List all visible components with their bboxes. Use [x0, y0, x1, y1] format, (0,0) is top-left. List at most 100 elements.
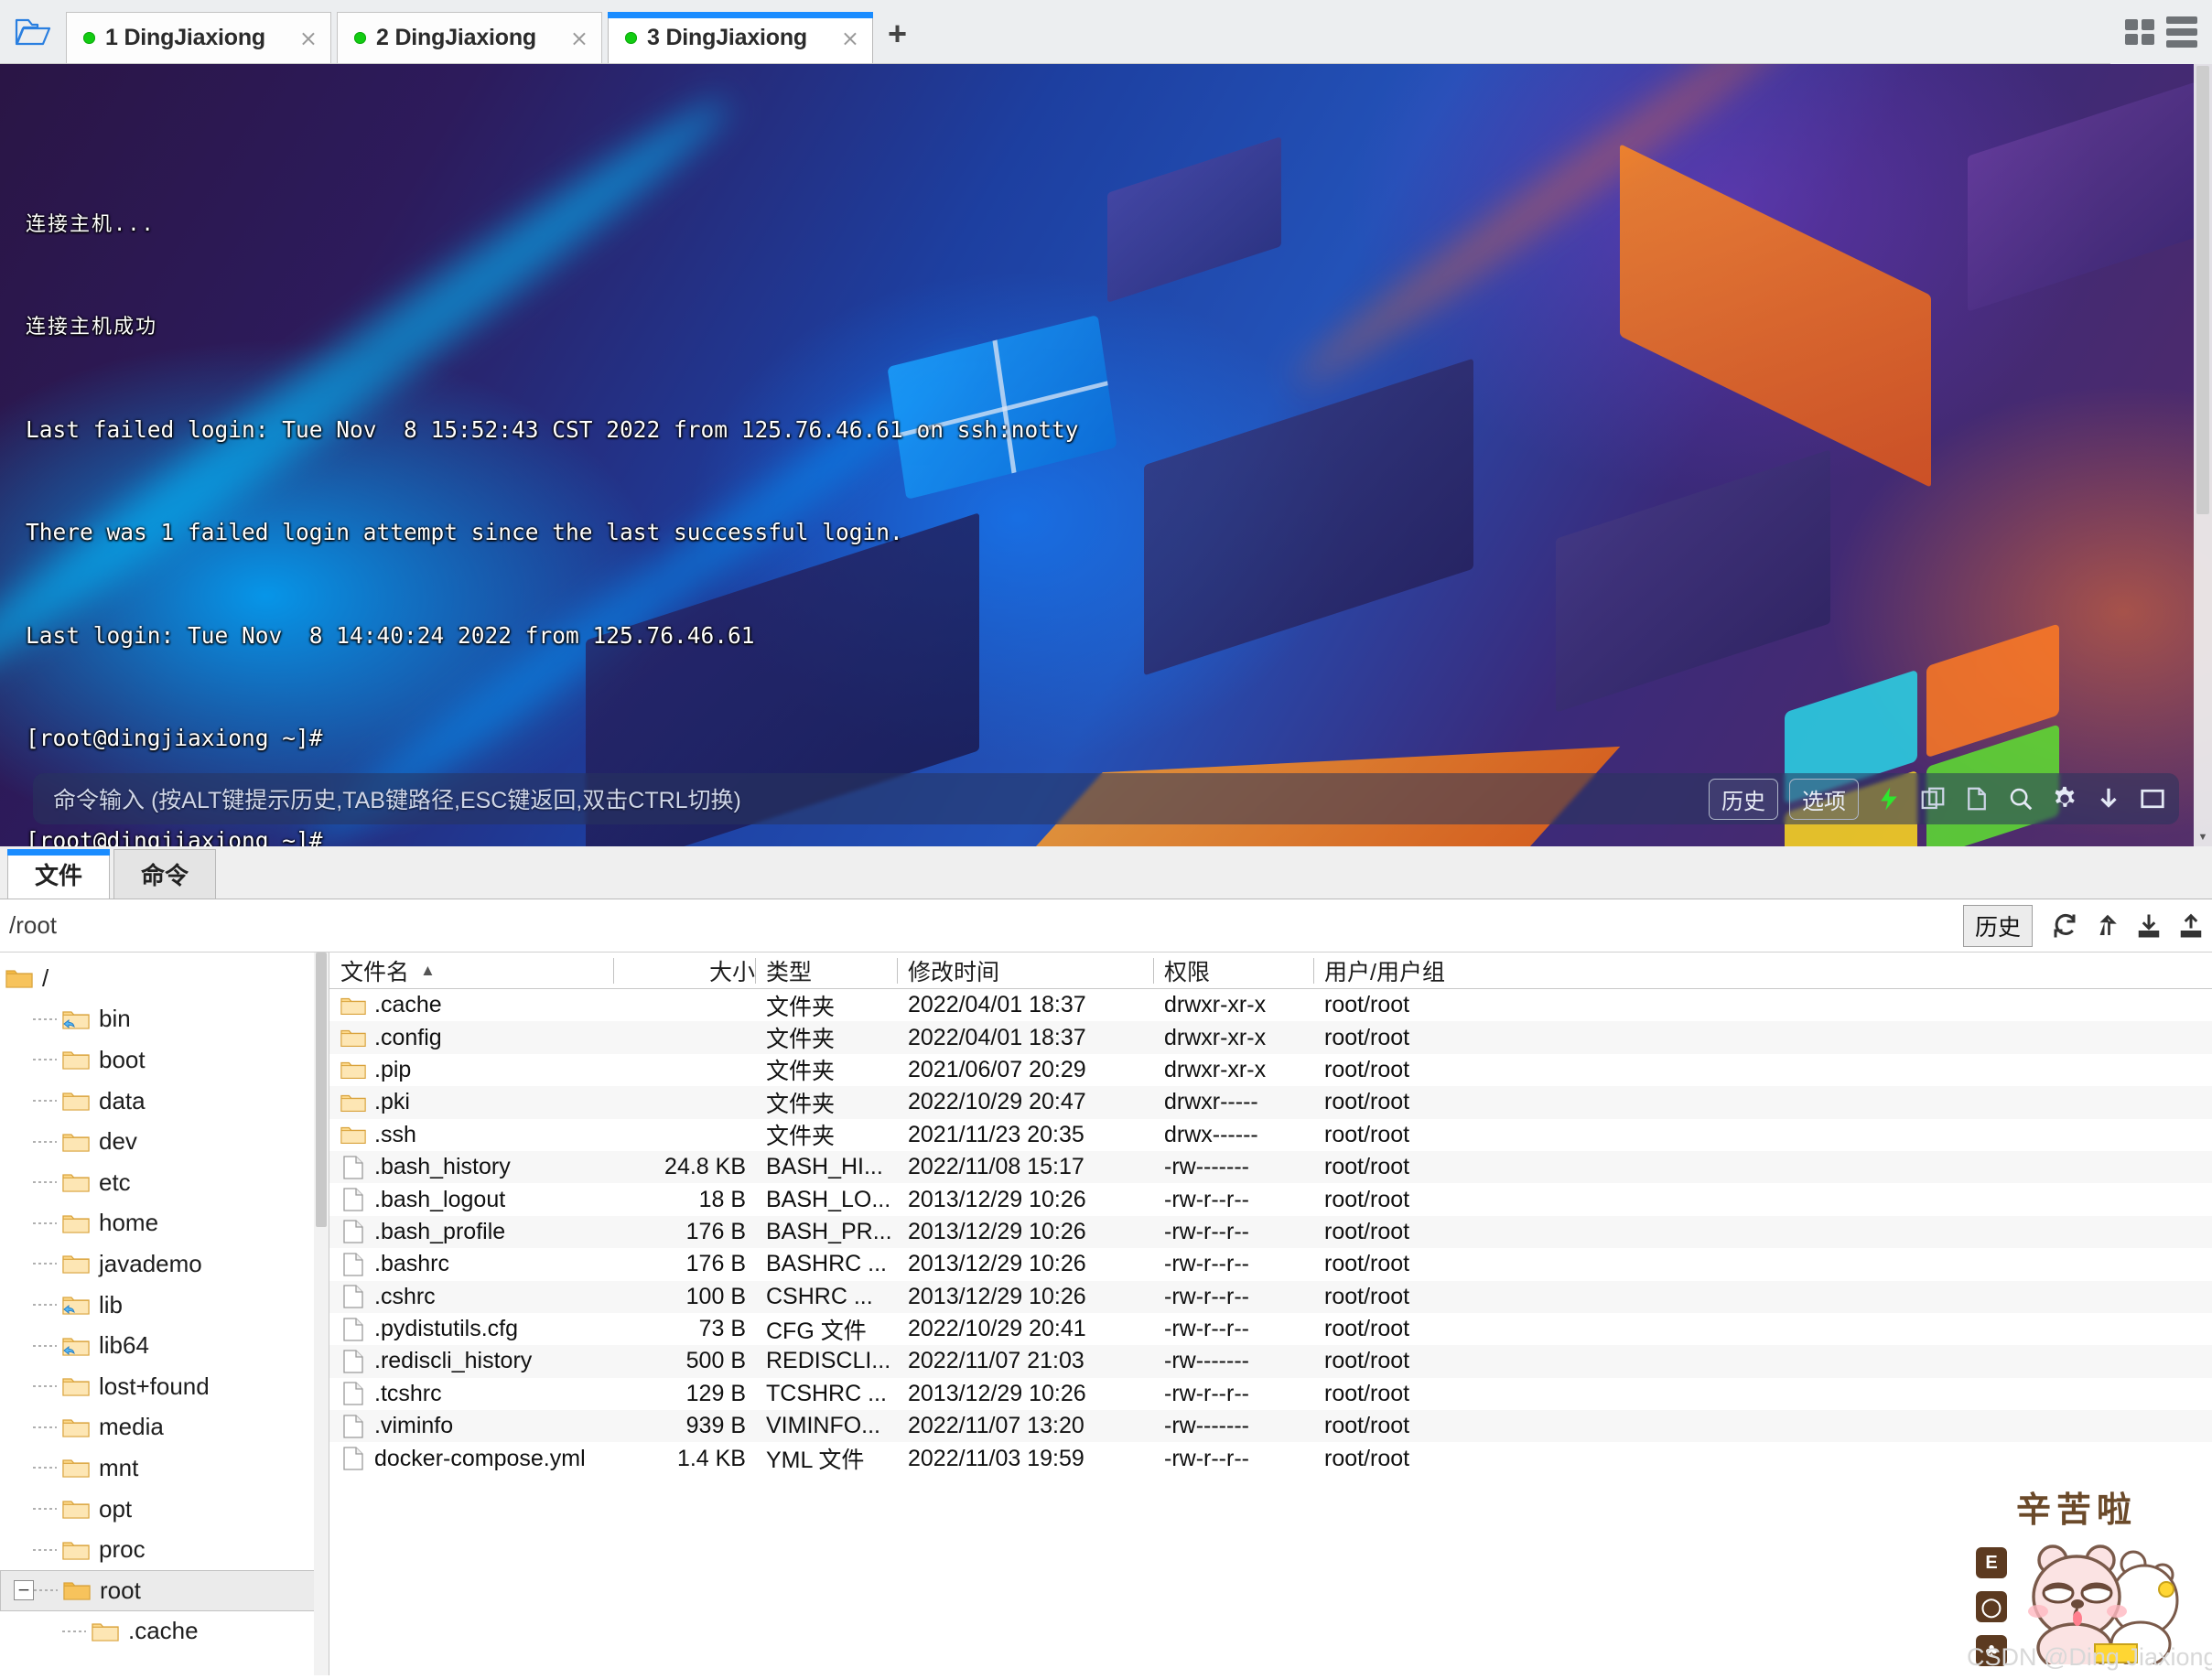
cell-owner: root/root [1324, 1024, 1410, 1050]
scrollbar-thumb[interactable] [316, 953, 327, 1227]
tree-connector [33, 1385, 57, 1388]
tree-item-label: root [100, 1576, 141, 1604]
table-row[interactable]: .rediscli_history 500 B REDISCLI... 2022/11… [329, 1345, 2212, 1378]
table-row[interactable]: .bash_logout 18 B BASH_LO... 2013/12/29 10:… [329, 1183, 2212, 1215]
cell-mtime: 2022/04/01 18:37 [908, 992, 1086, 1018]
file-list[interactable]: 文件名 ▲ 大小 类型 修改时间 权限 用户/用户组 .cache 文件夹 2022… [329, 953, 2212, 1675]
tree-item-javademo[interactable]: javademo [0, 1243, 329, 1285]
column-header-owner[interactable]: 用户/用户组 [1313, 954, 1551, 987]
up-level-icon[interactable] [2086, 912, 2128, 940]
table-row[interactable]: .ssh 文件夹 2021/11/23 20:35 drwx------ root/ro… [329, 1119, 2212, 1151]
tree-item-lostfound[interactable]: lost+found [0, 1366, 329, 1407]
folder-icon [62, 1375, 90, 1397]
terminal-tab-1[interactable]: 1 DingJiaxiong × [66, 12, 331, 63]
terminal-tab-3[interactable]: 3 DingJiaxiong × [608, 12, 873, 63]
folder-icon [62, 1457, 90, 1479]
lightning-icon[interactable] [1875, 785, 1903, 813]
download-file-icon[interactable] [2128, 912, 2170, 940]
column-header-mtime[interactable]: 修改时间 [897, 954, 1153, 987]
folder-icon [92, 1620, 119, 1642]
tree-item-etc[interactable]: etc [0, 1162, 329, 1203]
folder-icon [62, 1498, 90, 1520]
table-row[interactable]: .viminfo 939 B VIMINFO... 2022/11/07 13:20 -… [329, 1410, 2212, 1443]
tree-item-home[interactable]: home [0, 1203, 329, 1244]
tree-item-lib64[interactable]: lib64 [0, 1325, 329, 1366]
close-icon[interactable]: × [570, 26, 588, 51]
gear-icon[interactable] [2051, 785, 2078, 813]
table-row[interactable]: .cshrc 100 B CSHRC ... 2013/12/29 10:26 -rw-… [329, 1280, 2212, 1313]
tree-item-opt[interactable]: opt [0, 1489, 329, 1530]
cell-mtime: 2013/12/29 10:26 [908, 1251, 1086, 1277]
tree-connector [33, 1140, 57, 1143]
tree-item-cache[interactable]: .cache [0, 1611, 329, 1652]
close-icon[interactable]: × [299, 26, 318, 51]
table-row[interactable]: .config 文件夹 2022/04/01 18:37 drwxr-xr-x root… [329, 1021, 2212, 1054]
file-name-label: .pip [374, 1056, 412, 1082]
tree-item-boot[interactable]: boot [0, 1039, 329, 1081]
tree-item-mnt[interactable]: mnt [0, 1448, 329, 1489]
command-options-button[interactable]: 选项 [1789, 778, 1859, 820]
download-icon[interactable] [2095, 785, 2122, 813]
tree-item-media[interactable]: media [0, 1407, 329, 1448]
open-folder-icon[interactable] [0, 0, 66, 63]
table-row[interactable]: .bashrc 176 B BASHRC ... 2013/12/29 10:26 -r… [329, 1248, 2212, 1280]
tree-item-[interactable]: / [0, 958, 329, 999]
upload-file-icon[interactable] [2170, 912, 2212, 940]
command-history-button[interactable]: 历史 [1709, 778, 1778, 820]
tree-connector [33, 1059, 57, 1061]
tree-item-label: / [42, 963, 49, 992]
menu-icon[interactable] [2166, 16, 2197, 48]
column-header-size[interactable]: 大小 [613, 954, 755, 987]
table-row[interactable]: .cache 文件夹 2022/04/01 18:37 drwxr-xr-x root/… [329, 989, 2212, 1021]
cell-size: 939 B [685, 1413, 746, 1439]
column-header-type[interactable]: 类型 [755, 954, 897, 987]
table-row[interactable]: .pki 文件夹 2022/10/29 20:47 drwxr----- root/ro… [329, 1086, 2212, 1119]
path-input[interactable]: /root [9, 911, 1963, 940]
tab-files[interactable]: 文件 [7, 849, 110, 899]
duplicate-icon[interactable] [1919, 785, 1947, 813]
terminal-pane[interactable]: 连接主机... 连接主机成功 Last failed login: Tue No… [0, 64, 2212, 846]
close-icon[interactable]: × [841, 26, 859, 51]
table-row[interactable]: .bash_profile 176 B BASH_PR... 2013/12/29 1… [329, 1215, 2212, 1249]
cell-owner: root/root [1324, 1186, 1410, 1212]
table-row[interactable]: .bash_history 24.8 KB BASH_HI... 2022/11/08… [329, 1150, 2212, 1184]
terminal-tab-2[interactable]: 2 DingJiaxiong × [337, 12, 602, 63]
table-row[interactable]: .tcshrc 129 B TCSHRC ... 2013/12/29 10:26 -r… [329, 1378, 2212, 1410]
command-input-bar[interactable]: 命令输入 (按ALT键提示历史,TAB键路径,ESC键返回,双击CTRL切换) … [33, 773, 2179, 824]
cell-name: .cshrc [329, 1284, 613, 1310]
path-history-button[interactable]: 历史 [1962, 904, 2033, 947]
column-header-name[interactable]: 文件名 ▲ [329, 954, 613, 987]
folder-open-icon [63, 1579, 91, 1601]
terminal-scrollbar[interactable]: ▲ ▼ [2194, 64, 2212, 846]
column-header-perm[interactable]: 权限 [1153, 954, 1313, 987]
tree-item-data[interactable]: data [0, 1081, 329, 1122]
tree-connector [33, 1304, 57, 1307]
cell-name: docker-compose.yml [329, 1446, 613, 1472]
grid-view-icon[interactable] [2125, 19, 2154, 45]
window-icon[interactable] [2139, 785, 2166, 813]
path-toolbar: /root 历史 [0, 899, 2212, 953]
table-row[interactable]: .pydistutils.cfg 73 B CFG 文件 2022/10/29 20:… [329, 1313, 2212, 1345]
directory-tree[interactable]: / bin boot data dev etc home javademo lib lib64 lo… [0, 953, 329, 1675]
file-name-label: .bash_logout [374, 1186, 506, 1212]
cell-name: .pip [329, 1057, 613, 1083]
table-row[interactable]: docker-compose.yml 1.4 KB YML 文件 2022/11/03… [329, 1442, 2212, 1474]
cell-type: VIMINFO... [766, 1413, 880, 1439]
tab-commands[interactable]: 命令 [113, 849, 216, 899]
search-icon[interactable] [2007, 785, 2034, 813]
copy-icon[interactable] [1963, 785, 1991, 813]
refresh-icon[interactable] [2044, 912, 2086, 940]
tree-item-bin[interactable]: bin [0, 999, 329, 1040]
scrollbar-thumb[interactable] [2196, 66, 2209, 514]
add-tab-button[interactable]: + [879, 17, 922, 63]
tree-scrollbar[interactable] [314, 953, 329, 1675]
tree-item-proc[interactable]: proc [0, 1529, 329, 1570]
tree-item-root[interactable]: − root [0, 1569, 329, 1611]
tree-expander[interactable]: − [14, 1580, 34, 1601]
command-input-placeholder[interactable]: 命令输入 (按ALT键提示历史,TAB键路径,ESC键返回,双击CTRL切换) [53, 782, 1698, 815]
tree-item-label: lost+found [99, 1372, 210, 1400]
tree-item-lib[interactable]: lib [0, 1285, 329, 1326]
scroll-down-icon[interactable]: ▼ [2194, 828, 2212, 846]
table-row[interactable]: .pip 文件夹 2021/06/07 20:29 drwxr-xr-x root/ro… [329, 1054, 2212, 1086]
tree-item-dev[interactable]: dev [0, 1121, 329, 1162]
